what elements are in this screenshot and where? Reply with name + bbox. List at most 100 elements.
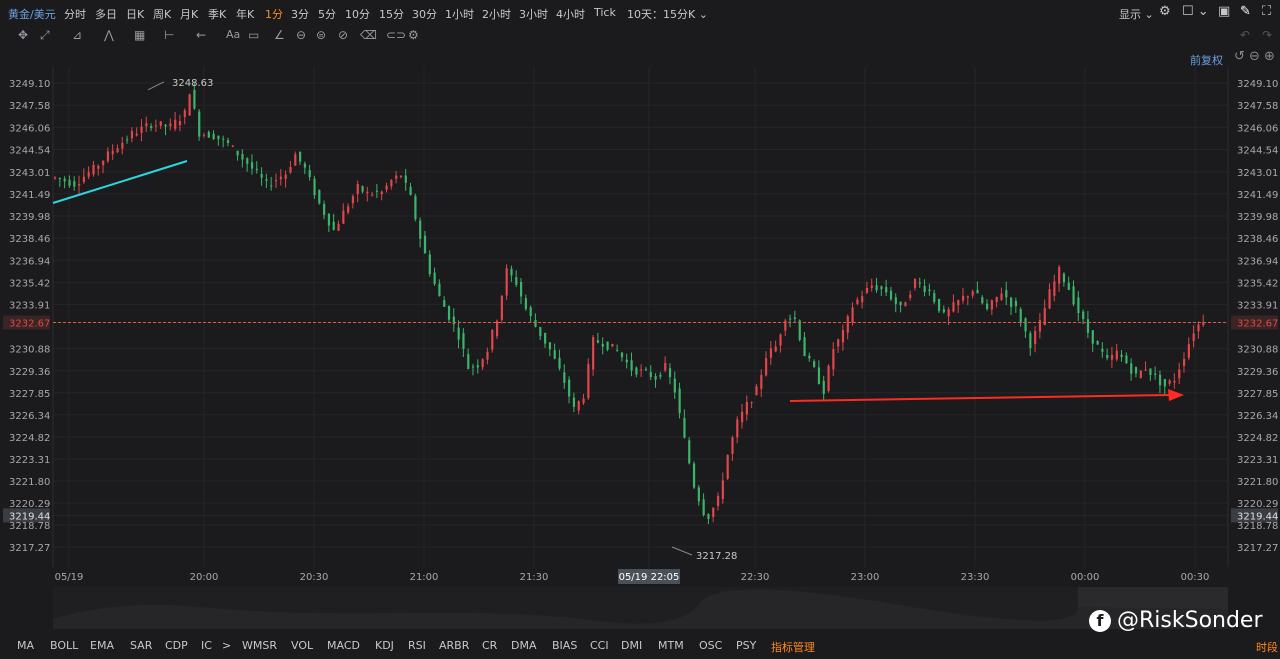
wave-tool-icon[interactable]: ⋀ (104, 28, 114, 42)
candle-body (692, 463, 696, 488)
indicator-RSI[interactable]: RSI (408, 639, 426, 652)
timeframe-多日[interactable]: 多日 (95, 6, 117, 22)
range-select[interactable]: 10天：15分K ⌄ (627, 6, 708, 22)
indicator-BIAS[interactable]: BIAS (552, 639, 577, 652)
candle-body (995, 296, 998, 303)
grid-tool-icon[interactable]: ▦ (134, 28, 145, 42)
timeframe-月K[interactable]: 月K (180, 6, 198, 22)
candle-body (808, 355, 811, 359)
candle-body (779, 334, 782, 346)
candle-body (625, 359, 628, 363)
candle-body (169, 123, 172, 127)
indicator-CCI[interactable]: CCI (590, 639, 609, 652)
candle-body (294, 154, 297, 166)
adjust-label[interactable]: 前复权 (1190, 52, 1223, 68)
comment-tool-icon[interactable]: ▭ (248, 28, 259, 42)
redo-icon[interactable]: ↷ (1262, 28, 1272, 42)
draw-icon[interactable]: ✎ (1240, 4, 1251, 19)
indicator-KDJ[interactable]: KDJ (375, 639, 394, 652)
indicator-ARBR[interactable]: ARBR (439, 639, 469, 652)
indicator-VOL[interactable]: VOL (291, 639, 313, 652)
trash-icon[interactable]: ⌫ (360, 28, 377, 42)
arrow-tool-icon[interactable]: ← (196, 28, 206, 42)
price-chart[interactable]: 3249.10 3247.58 3246.06 3244.54 3243.01 3241.… (0, 47, 1280, 647)
candle-body (260, 174, 263, 178)
candle-body (327, 213, 331, 226)
timeframe-15分[interactable]: 15分 (379, 6, 404, 22)
timeframe-日K[interactable]: 日K (126, 6, 144, 22)
indicator-MA[interactable]: MA (17, 639, 34, 652)
zoom-in-icon[interactable]: ⊕ (1264, 49, 1275, 64)
candle-body (1091, 330, 1094, 344)
lock-icon[interactable]: ⊜ (316, 28, 326, 42)
indicator-manage[interactable]: 指标管理 (771, 639, 815, 655)
indicator-WMSR[interactable]: WMSR (242, 639, 277, 652)
indicator-MTM[interactable]: MTM (658, 639, 684, 652)
display-toggle[interactable]: 显示 ⌄ (1119, 6, 1154, 22)
candle-body (342, 210, 345, 224)
candle-body (481, 359, 484, 368)
settings-icon[interactable]: ⚙ (1159, 4, 1171, 19)
session-label[interactable]: 时段 (1256, 639, 1278, 655)
symbol-selector[interactable]: 黄金/美元 (8, 6, 56, 22)
indicator->[interactable]: > (222, 639, 231, 652)
settings-icon[interactable]: ⚙ (408, 28, 419, 42)
indicator-PSY[interactable]: PSY (736, 639, 756, 652)
timeframe-年K[interactable]: 年K (236, 6, 254, 22)
indicator-EMA[interactable]: EMA (90, 639, 114, 652)
candle-body (837, 339, 840, 347)
indicator-DMA[interactable]: DMA (511, 639, 537, 652)
timeframe-周K[interactable]: 周K (153, 6, 171, 22)
camera-icon[interactable]: ▣ (1218, 4, 1230, 19)
indicator-CDP[interactable]: CDP (165, 639, 188, 652)
candle-body (332, 221, 335, 230)
timeframe-Tick[interactable]: Tick (594, 6, 616, 19)
timeframe-30分[interactable]: 30分 (412, 6, 437, 22)
move-icon[interactable]: ✥ (18, 28, 28, 42)
candle-body (159, 121, 162, 126)
indicator-BOLL[interactable]: BOLL (50, 639, 78, 652)
indicator-CR[interactable]: CR (482, 639, 497, 652)
timeframe-季K[interactable]: 季K (208, 6, 226, 22)
y-tick-label-left: 3218.78 (9, 521, 50, 532)
timeframe-10分[interactable]: 10分 (345, 6, 370, 22)
timeframe-2小时[interactable]: 2小时 (482, 6, 511, 22)
indicator-SAR[interactable]: SAR (130, 639, 152, 652)
candle-body (1106, 355, 1109, 359)
candle-body (937, 299, 941, 312)
timeframe-1分[interactable]: 1分 (265, 6, 283, 22)
zoom-out-icon[interactable]: ⊖ (1249, 49, 1260, 64)
fullscreen-icon[interactable]: ⛶ (1262, 4, 1271, 19)
y-tick-label-right: 3233.91 (1237, 300, 1278, 311)
candle-body (164, 124, 167, 127)
timeframe-4小时[interactable]: 4小时 (556, 6, 585, 22)
magnet-icon[interactable]: ⊖ (296, 28, 306, 42)
layout-icon[interactable]: ☐ ⌄ (1182, 4, 1209, 19)
line-tool-icon[interactable]: ⤢ (40, 28, 50, 43)
timeframe-3分[interactable]: 3分 (291, 6, 309, 22)
candle-body (1192, 333, 1195, 341)
indicator-DMI[interactable]: DMI (621, 639, 642, 652)
channel-tool-icon[interactable]: ⊿ (72, 28, 82, 42)
y-tick-label-right: 3238.46 (1237, 234, 1278, 245)
candle-body (409, 186, 412, 195)
candle-body (596, 340, 600, 343)
text-tool-icon[interactable]: Aa (226, 28, 240, 41)
y-tick-label-right: 3227.85 (1237, 389, 1278, 400)
link-icon[interactable]: ⊂⊃ (386, 28, 406, 42)
indicator-IC[interactable]: IC (201, 639, 212, 652)
timeframe-3小时[interactable]: 3小时 (519, 6, 548, 22)
timeframe-分时[interactable]: 分时 (64, 6, 86, 22)
hide-icon[interactable]: ⊘ (338, 28, 348, 42)
pen-tool-icon[interactable]: ∠ (274, 28, 285, 42)
indicator-MACD[interactable]: MACD (327, 639, 360, 652)
candle-body (976, 289, 979, 294)
candle-body (452, 316, 455, 325)
undo-icon[interactable]: ↶ (1240, 28, 1250, 42)
measure-tool-icon[interactable]: ⊢ (164, 28, 174, 42)
candle-body (765, 358, 768, 376)
timeframe-1小时[interactable]: 1小时 (445, 6, 474, 22)
reset-icon[interactable]: ↺ (1234, 49, 1245, 64)
indicator-OSC[interactable]: OSC (699, 639, 722, 652)
timeframe-5分[interactable]: 5分 (318, 6, 336, 22)
